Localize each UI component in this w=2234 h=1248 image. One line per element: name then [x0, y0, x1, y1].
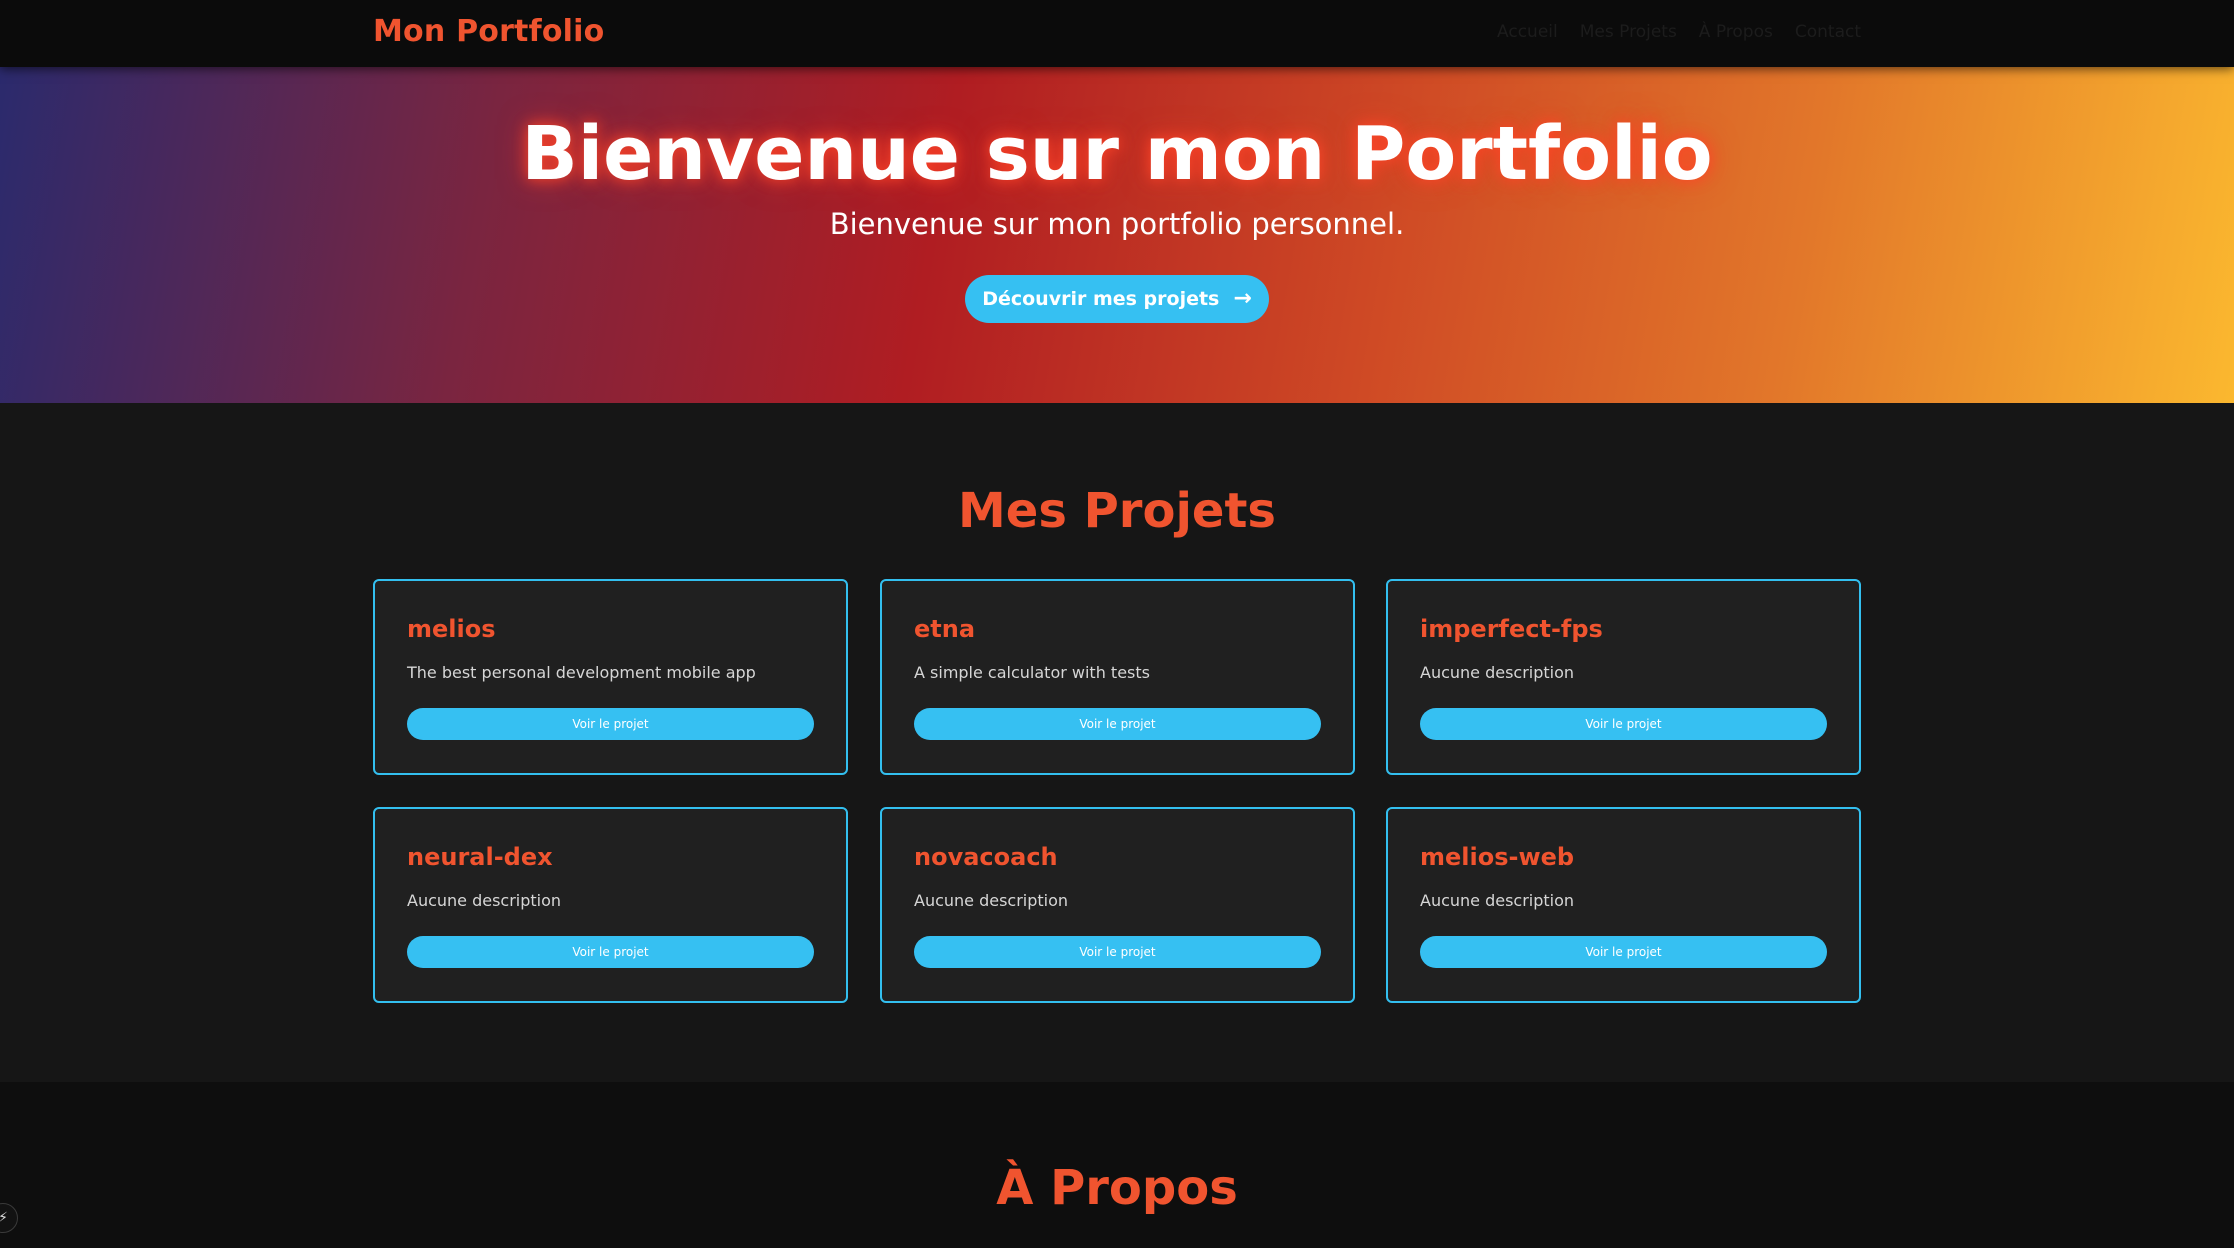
project-card-description: Aucune description	[407, 891, 562, 910]
project-card-title: novacoach	[914, 843, 1058, 871]
arrow-right-icon: →	[1233, 286, 1252, 311]
projects-section: Mes Projets melios The best personal dev…	[0, 403, 2234, 1082]
projects-title: Mes Projets	[958, 483, 1276, 539]
project-card-title: melios	[407, 615, 496, 643]
project-card-description: Aucune description	[1420, 891, 1575, 910]
project-card-description: The best personal development mobile app	[407, 663, 756, 682]
hero-section: Bienvenue sur mon Portfolio Bienvenue su…	[0, 67, 2234, 403]
nav-link-accueil[interactable]: Accueil	[1497, 22, 1558, 42]
nav-link-apropos[interactable]: À Propos	[1699, 22, 1773, 42]
view-project-button[interactable]: Voir le projet	[914, 708, 1321, 740]
project-card-title: imperfect-fps	[1420, 615, 1603, 643]
project-card-melios: melios The best personal development mob…	[373, 579, 848, 775]
project-card-description: Aucune description	[914, 891, 1069, 910]
hero-title: Bienvenue sur mon Portfolio	[521, 111, 1713, 197]
view-project-button[interactable]: Voir le projet	[407, 708, 814, 740]
about-title: À Propos	[996, 1160, 1238, 1216]
project-card-imperfect-fps: imperfect-fps Aucune description Voir le…	[1386, 579, 1861, 775]
project-card-neural-dex: neural-dex Aucune description Voir le pr…	[373, 807, 848, 1003]
nav-links: Accueil Mes Projets À Propos Contact	[1497, 22, 1861, 42]
view-project-button[interactable]: Voir le projet	[1420, 708, 1827, 740]
nav-link-contact[interactable]: Contact	[1795, 22, 1861, 42]
discover-projects-button[interactable]: Découvrir mes projets →	[965, 275, 1269, 323]
navbar: Mon Portfolio Accueil Mes Projets À Prop…	[0, 0, 2234, 67]
project-card-title: etna	[914, 615, 976, 643]
about-section: À Propos	[0, 1082, 2234, 1248]
project-card-novacoach: novacoach Aucune description Voir le pro…	[880, 807, 1355, 1003]
project-card-title: neural-dex	[407, 843, 553, 871]
view-project-button[interactable]: Voir le projet	[914, 936, 1321, 968]
discover-projects-label: Découvrir mes projets	[982, 288, 1220, 310]
nav-link-projets[interactable]: Mes Projets	[1580, 22, 1677, 42]
brand-logo[interactable]: Mon Portfolio	[373, 14, 604, 49]
project-card-melios-web: melios-web Aucune description Voir le pr…	[1386, 807, 1861, 1003]
view-project-button[interactable]: Voir le projet	[407, 936, 814, 968]
project-card-description: A simple calculator with tests	[914, 663, 1150, 682]
project-card-title: melios-web	[1420, 843, 1575, 871]
project-card-description: Aucune description	[1420, 663, 1575, 682]
hero-subtitle: Bienvenue sur mon portfolio personnel.	[829, 207, 1405, 241]
project-card-etna: etna A simple calculator with tests Voir…	[880, 579, 1355, 775]
view-project-button[interactable]: Voir le projet	[1420, 936, 1827, 968]
